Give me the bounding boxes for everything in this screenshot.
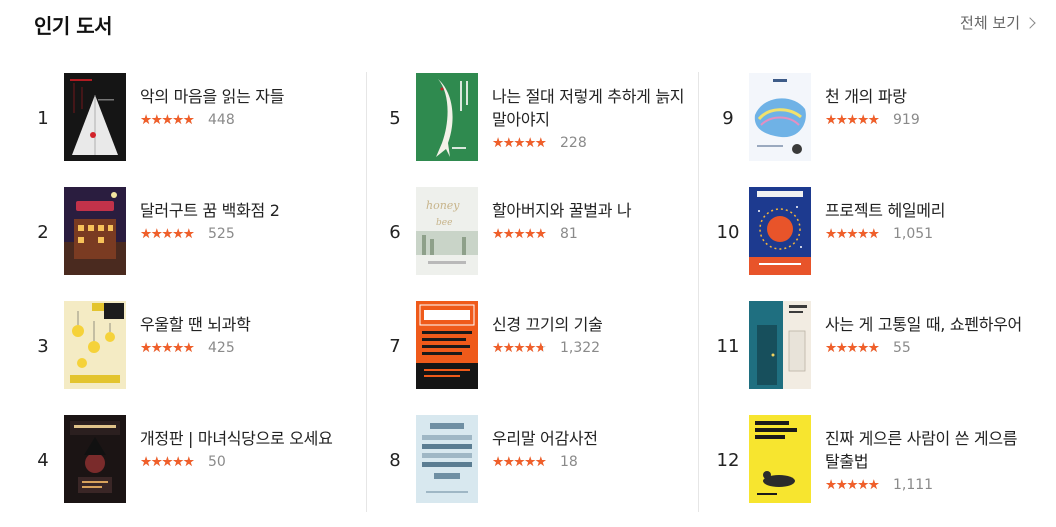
book-item[interactable]: 10 프로젝트 헤일메리 ★★★★★ ★★★★★ 1,051	[713, 187, 1033, 277]
book-rank: 10	[716, 221, 740, 243]
book-cover[interactable]	[64, 415, 126, 503]
book-rank: 12	[716, 449, 740, 471]
review-count: 55	[893, 340, 911, 356]
review-count: 50	[208, 454, 226, 470]
book-title[interactable]: 사는 게 고통일 때, 쇼펜하우어	[825, 313, 1035, 336]
review-count: 228	[560, 135, 587, 151]
book-title[interactable]: 나는 절대 저렇게 추하게 늙지 말아야지	[492, 85, 702, 131]
book-cover-green-fish-icon	[416, 73, 478, 161]
book-title[interactable]: 진짜 게으른 사람이 쓴 게으름 탈출법	[825, 427, 1035, 473]
chevron-right-icon	[1024, 17, 1036, 29]
book-item[interactable]: 4 개정판 | 마녀식당으로 오세요 ★★★★★ ★★★★★ 50	[28, 415, 348, 505]
book-item[interactable]: 1 악의 마음을 읽는 자들 ★★★★★ ★★★★★ 448	[28, 73, 348, 163]
book-cover[interactable]	[64, 187, 126, 275]
book-rank: 7	[389, 335, 401, 357]
book-rank: 4	[37, 449, 49, 471]
svg-text:honey: honey	[426, 199, 460, 212]
book-cover[interactable]	[416, 73, 478, 161]
book-item[interactable]: 6 honey bee 할아버지와 꿀벌과 나 ★★★★★ ★★★★★ 81	[380, 187, 690, 277]
review-count: 919	[893, 112, 920, 128]
review-count: 448	[208, 112, 235, 128]
book-rank: 3	[37, 335, 49, 357]
review-count: 425	[208, 340, 235, 356]
svg-text:bee: bee	[436, 218, 452, 228]
book-cover[interactable]	[416, 301, 478, 389]
book-cover[interactable]	[749, 187, 811, 275]
page-title: 인기 도서	[34, 14, 113, 38]
book-title[interactable]: 악의 마음을 읽는 자들	[140, 85, 350, 108]
view-all-link[interactable]: 전체 보기	[960, 12, 1036, 33]
book-cover-yellow-lazy-icon	[749, 415, 811, 503]
star-rating: ★★★★★ ★★★★★	[825, 340, 880, 356]
book-item[interactable]: 11 사는 게 고통일 때, 쇼펜하우어 ★★★★★ ★★★★★ 55	[713, 301, 1033, 391]
book-rank: 6	[389, 221, 401, 243]
star-rating: ★★★★★ ★★★★★	[492, 340, 547, 356]
review-count: 18	[560, 454, 578, 470]
book-cover[interactable]	[749, 73, 811, 161]
review-count: 525	[208, 226, 235, 242]
review-count: 1,322	[560, 340, 601, 356]
book-cover[interactable]: honey bee	[416, 187, 478, 275]
star-rating: ★★★★★ ★★★★★	[140, 454, 195, 470]
review-count: 1,051	[893, 226, 934, 242]
book-cover-yellow-lamps-icon	[64, 301, 126, 389]
book-item[interactable]: 3 우울할 땐 뇌과학 ★★★★★ ★★★★★ 425	[28, 301, 348, 391]
book-cover-orange-text-icon	[416, 301, 478, 389]
book-item[interactable]: 2 달러구트 꿈 백화점 2 ★★★★★ ★★★★★ 525	[28, 187, 348, 277]
book-item[interactable]: 9 천 개의 파랑 ★★★★★ ★★★★★ 919	[713, 73, 1033, 163]
book-rank: 1	[37, 107, 49, 129]
book-cover-blue-dictionary-icon	[416, 415, 478, 503]
star-rating: ★★★★★ ★★★★★	[492, 135, 547, 151]
review-count: 1,111	[893, 477, 934, 493]
book-cover-blue-waves-icon	[749, 73, 811, 161]
book-cover-space-sun-icon	[749, 187, 811, 275]
book-title[interactable]: 프로젝트 헤일메리	[825, 199, 1035, 222]
book-item[interactable]: 7 신경 끄기의 기술 ★★★★★ ★★★★★ 1,322	[380, 301, 690, 391]
book-title[interactable]: 개정판 | 마녀식당으로 오세요	[140, 427, 350, 450]
book-title[interactable]: 우리말 어감사전	[492, 427, 702, 450]
book-cover[interactable]	[749, 301, 811, 389]
book-rank: 9	[722, 107, 734, 129]
book-item[interactable]: 12 진짜 게으른 사람이 쓴 게으름 탈출법 ★★★★★ ★★★★★ 1,111	[713, 415, 1033, 505]
section-header: 인기 도서 전체 보기	[34, 10, 1036, 40]
book-title[interactable]: 신경 끄기의 기술	[492, 313, 702, 336]
book-item[interactable]: 5 나는 절대 저렇게 추하게 늙지 말아야지 ★★★★★ ★★★★★ 228	[380, 73, 690, 163]
star-rating: ★★★★★ ★★★★★	[825, 477, 880, 493]
star-rating: ★★★★★ ★★★★★	[140, 112, 195, 128]
book-cover-dark-witch-icon	[64, 415, 126, 503]
book-cover-honey-bee-icon: honey bee	[416, 187, 478, 275]
book-cover-night-building-icon	[64, 187, 126, 275]
book-cover[interactable]	[749, 415, 811, 503]
book-title[interactable]: 천 개의 파랑	[825, 85, 1035, 108]
book-cover[interactable]	[64, 301, 126, 389]
book-title[interactable]: 할아버지와 꿀벌과 나	[492, 199, 702, 222]
book-rank: 8	[389, 449, 401, 471]
star-rating: ★★★★★ ★★★★★	[140, 340, 195, 356]
column-divider	[366, 72, 367, 512]
book-title[interactable]: 달러구트 꿈 백화점 2	[140, 199, 350, 222]
book-rank: 2	[37, 221, 49, 243]
book-item[interactable]: 8 우리말 어감사전 ★★★★★ ★★★★★ 18	[380, 415, 690, 505]
book-cover[interactable]	[416, 415, 478, 503]
star-rating: ★★★★★ ★★★★★	[492, 454, 547, 470]
review-count: 81	[560, 226, 578, 242]
star-rating: ★★★★★ ★★★★★	[492, 226, 547, 242]
book-rank: 5	[389, 107, 401, 129]
book-title[interactable]: 우울할 땐 뇌과학	[140, 313, 350, 336]
star-rating: ★★★★★ ★★★★★	[825, 226, 880, 242]
book-cover-teal-door-icon	[749, 301, 811, 389]
star-rating: ★★★★★ ★★★★★	[140, 226, 195, 242]
book-cover-dark-triangle-icon	[64, 73, 126, 161]
star-rating: ★★★★★ ★★★★★	[825, 112, 880, 128]
book-cover[interactable]	[64, 73, 126, 161]
book-rank: 11	[716, 335, 740, 357]
view-all-label: 전체 보기	[960, 14, 1020, 32]
